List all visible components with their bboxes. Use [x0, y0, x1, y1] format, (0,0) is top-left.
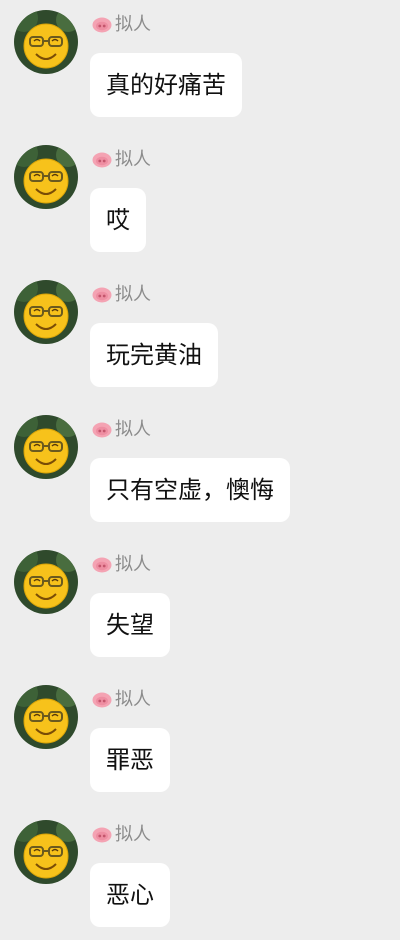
message-bubble[interactable]: 玩完黄油	[90, 323, 218, 387]
pig-nose-icon	[92, 17, 112, 33]
message-text: 只有空虚，懊悔	[106, 476, 274, 504]
sender-name: 拟人	[115, 14, 151, 35]
sender-avatar[interactable]	[14, 415, 78, 479]
chat-message: 拟人 真的好痛苦	[0, 0, 400, 130]
message-bubble[interactable]: 哎	[90, 188, 146, 252]
chat-message: 拟人 失望	[0, 540, 400, 670]
sender-avatar[interactable]	[14, 145, 78, 209]
pig-nose-icon	[92, 557, 112, 573]
chat-message: 拟人 罪恶	[0, 675, 400, 805]
sender-label: 拟人	[92, 13, 151, 37]
sender-label: 拟人	[92, 283, 151, 307]
pig-nose-icon	[92, 152, 112, 168]
message-bubble[interactable]: 失望	[90, 593, 170, 657]
message-text: 真的好痛苦	[106, 71, 226, 99]
sender-name: 拟人	[115, 554, 151, 575]
sender-name: 拟人	[115, 149, 151, 170]
message-bubble[interactable]: 只有空虚，懊悔	[90, 458, 290, 522]
sender-avatar[interactable]	[14, 550, 78, 614]
pig-nose-icon	[92, 422, 112, 438]
message-text: 恶心	[106, 881, 154, 909]
chat-message: 拟人 哎	[0, 135, 400, 265]
pig-nose-icon	[92, 827, 112, 843]
message-text: 玩完黄油	[106, 341, 202, 369]
chat-message: 拟人 恶心	[0, 810, 400, 940]
chat-message: 拟人 只有空虚，懊悔	[0, 405, 400, 535]
sender-label: 拟人	[92, 418, 151, 442]
sender-name: 拟人	[115, 824, 151, 845]
sender-label: 拟人	[92, 148, 151, 172]
message-bubble[interactable]: 真的好痛苦	[90, 53, 242, 117]
sender-label: 拟人	[92, 553, 151, 577]
pig-nose-icon	[92, 287, 112, 303]
sender-label: 拟人	[92, 823, 151, 847]
pig-nose-icon	[92, 692, 112, 708]
sender-label: 拟人	[92, 688, 151, 712]
sender-name: 拟人	[115, 689, 151, 710]
message-bubble[interactable]: 罪恶	[90, 728, 170, 792]
message-bubble[interactable]: 恶心	[90, 863, 170, 927]
sender-avatar[interactable]	[14, 280, 78, 344]
message-text: 失望	[106, 611, 154, 639]
sender-name: 拟人	[115, 419, 151, 440]
sender-avatar[interactable]	[14, 685, 78, 749]
message-text: 哎	[106, 206, 130, 234]
sender-avatar[interactable]	[14, 820, 78, 884]
chat-message: 拟人 玩完黄油	[0, 270, 400, 400]
sender-name: 拟人	[115, 284, 151, 305]
message-text: 罪恶	[106, 746, 154, 774]
sender-avatar[interactable]	[14, 10, 78, 74]
